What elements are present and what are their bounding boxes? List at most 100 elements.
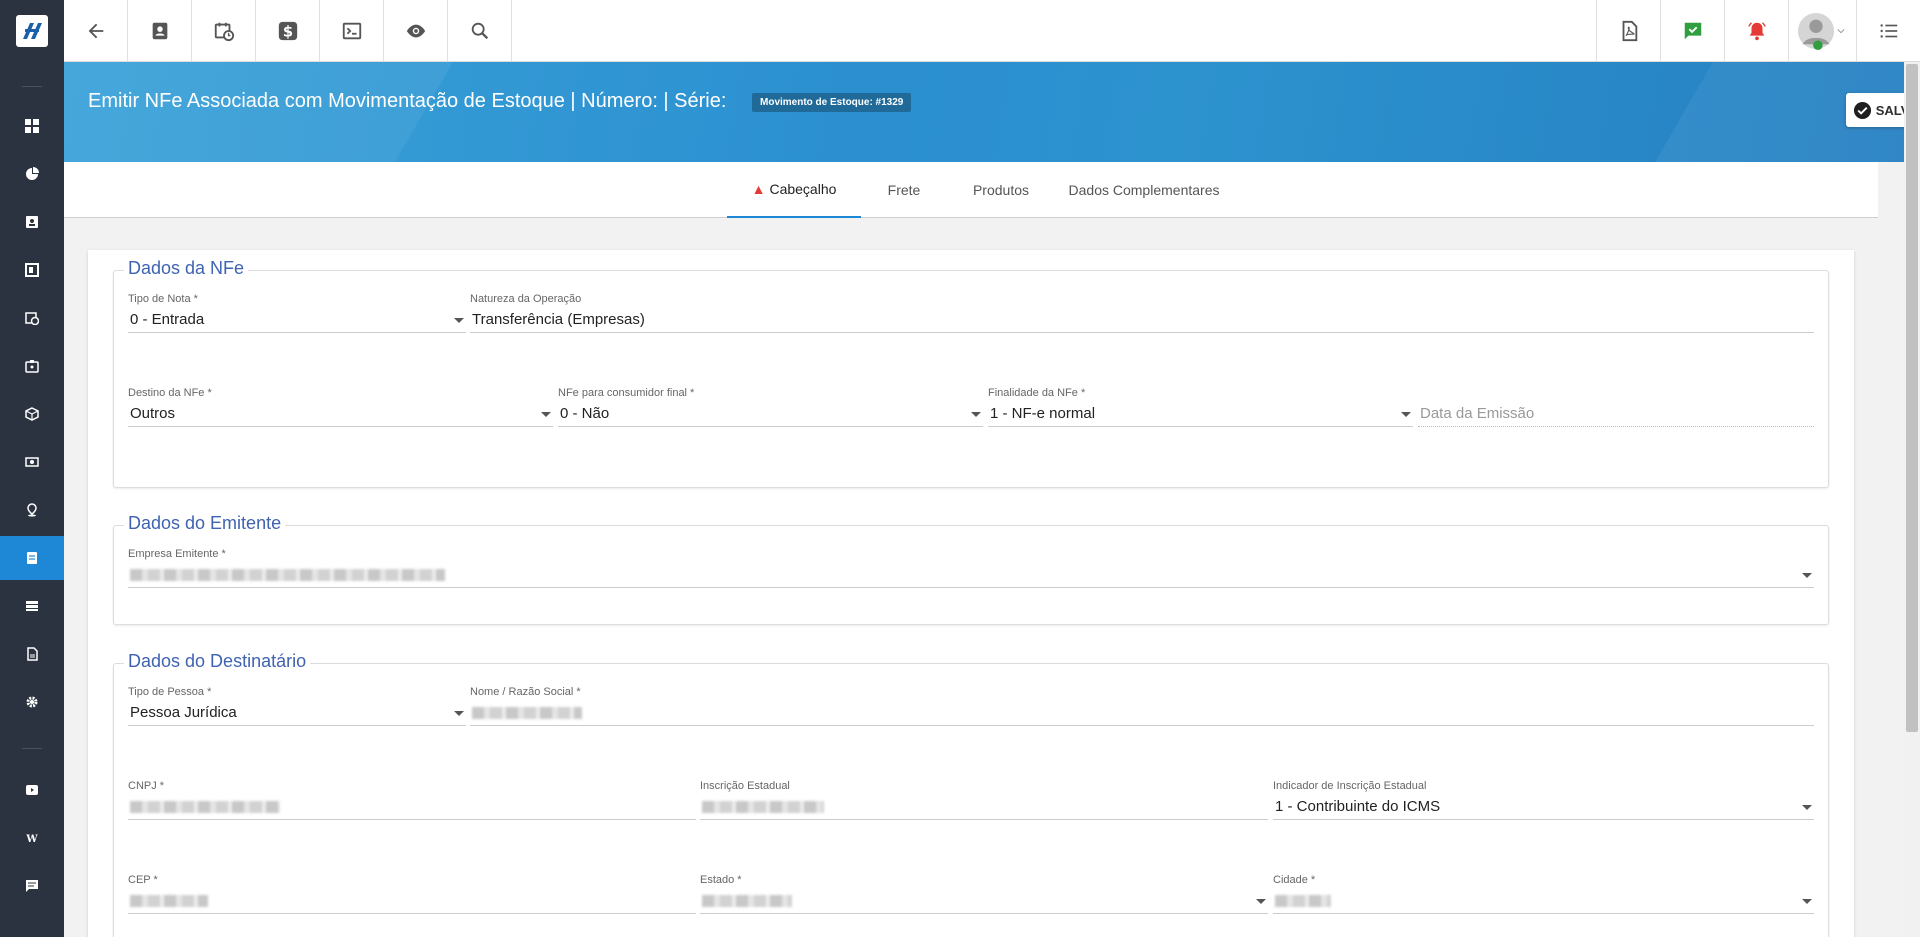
page-header: Emitir NFe Associada com Movimentação de… xyxy=(64,62,1904,162)
dollar-icon: $ xyxy=(278,21,297,41)
check-circle-icon xyxy=(1853,101,1871,119)
inscricao-estadual-field[interactable]: Inscrição Estadual xyxy=(700,780,1268,820)
scrollbar-thumb[interactable] xyxy=(1906,64,1918,732)
field-value[interactable] xyxy=(700,888,1268,914)
tipo-nota-select[interactable]: Tipo de Nota * 0 - Entrada xyxy=(128,293,466,333)
section-title: Dados do Destinatário xyxy=(124,651,311,672)
terminal-button[interactable] xyxy=(320,0,384,62)
wiki-icon: W xyxy=(25,834,38,845)
sidebar-item-reports[interactable] xyxy=(0,152,64,196)
gear-icon xyxy=(26,696,38,708)
field-value[interactable] xyxy=(700,794,1268,820)
schedule-button[interactable] xyxy=(192,0,256,62)
sidebar-item-chat[interactable] xyxy=(0,864,64,908)
sidebar-item-products[interactable] xyxy=(0,392,64,436)
cnpj-field[interactable]: CNPJ * xyxy=(128,780,696,820)
app-logo[interactable] xyxy=(0,0,64,62)
sidebar-item-lists[interactable] xyxy=(0,584,64,628)
sidebar-item-contacts[interactable] xyxy=(0,200,64,244)
sidebar-item-settings[interactable] xyxy=(0,680,64,724)
tab-dados-complementares[interactable]: Dados Complementares xyxy=(1059,162,1229,218)
tab-label: Frete xyxy=(887,182,921,198)
field-value[interactable]: Transferência (Empresas) xyxy=(470,307,1814,333)
svg-text:W: W xyxy=(25,834,38,845)
back-button[interactable] xyxy=(64,0,128,62)
terminal-icon xyxy=(342,22,361,40)
indicador-ie-select[interactable]: Indicador de Inscrição Estadual 1 - Cont… xyxy=(1273,780,1814,820)
dropdown-caret-icon xyxy=(541,412,551,417)
avatar xyxy=(1797,12,1834,50)
nome-razao-social-field[interactable]: Nome / Razão Social * xyxy=(470,686,1814,726)
contacts-button[interactable] xyxy=(128,0,192,62)
tab-cabecalho[interactable]: ▲ Cabeçalho xyxy=(727,162,861,218)
field-value[interactable] xyxy=(128,562,1814,588)
date-input[interactable]: Data da Emissão xyxy=(1418,401,1814,427)
page-title: Emitir NFe Associada com Movimentação de… xyxy=(88,90,727,112)
sidebar-item-dashboard[interactable] xyxy=(0,104,64,148)
search-button[interactable] xyxy=(448,0,512,62)
field-label: Cidade * xyxy=(1273,874,1316,886)
cidade-select[interactable]: Cidade * xyxy=(1273,874,1814,914)
chevron-down-icon xyxy=(1837,29,1844,34)
notifications-button[interactable] xyxy=(1724,0,1788,62)
section-title: Dados do Emitente xyxy=(124,513,286,534)
field-value[interactable]: 0 - Não xyxy=(558,401,983,427)
field-value[interactable] xyxy=(1273,888,1814,914)
field-value[interactable]: Pessoa Jurídica xyxy=(128,700,466,726)
messages-button[interactable] xyxy=(1660,0,1724,62)
field-label: NFe para consumidor final * xyxy=(558,387,695,399)
field-value[interactable]: Outros xyxy=(128,401,553,427)
pdf-icon xyxy=(1622,20,1637,42)
sidebar-item-locations[interactable] xyxy=(0,488,64,532)
destino-nfe-select[interactable]: Destino da NFe * Outros xyxy=(128,387,553,427)
badge-icon xyxy=(25,360,39,373)
chart-pie-icon xyxy=(26,167,39,180)
field-value[interactable]: 1 - NF-e normal xyxy=(988,401,1413,427)
chat-icon xyxy=(26,880,38,892)
view-button[interactable] xyxy=(384,0,448,62)
sidebar-item-files[interactable] xyxy=(0,632,64,676)
stock-movement-badge: Movimento de Estoque: #1329 xyxy=(752,93,912,112)
calendar-clock-icon xyxy=(25,312,39,325)
save-button[interactable]: SALVAR xyxy=(1846,93,1904,127)
sidebar-item-wiki[interactable]: W xyxy=(0,816,64,860)
sidebar-item-videos[interactable] xyxy=(0,768,64,812)
sidebar-item-agenda[interactable] xyxy=(0,296,64,340)
field-label: CNPJ * xyxy=(128,780,165,792)
tab-frete[interactable]: Frete xyxy=(869,162,939,218)
natureza-operacao-field[interactable]: Natureza da Operação Transferência (Empr… xyxy=(470,293,1814,333)
field-label: Inscrição Estadual xyxy=(700,780,790,792)
tipo-pessoa-select[interactable]: Tipo de Pessoa * Pessoa Jurídica xyxy=(128,686,466,726)
finance-button[interactable]: $ xyxy=(256,0,320,62)
sidebar-item-hr[interactable] xyxy=(0,344,64,388)
contact-card-icon xyxy=(26,216,38,228)
redacted-value xyxy=(130,801,280,814)
form-card: Dados da NFe Tipo de Nota * 0 - Entrada … xyxy=(88,250,1854,937)
cep-field[interactable]: CEP * xyxy=(128,874,696,914)
tab-produtos[interactable]: Produtos xyxy=(951,162,1051,218)
empresa-emitente-select[interactable]: Empresa Emitente * xyxy=(128,548,1814,588)
dropdown-caret-icon xyxy=(1401,412,1411,417)
pdf-button[interactable] xyxy=(1596,0,1660,62)
field-value[interactable] xyxy=(128,794,696,820)
eye-icon xyxy=(406,24,425,38)
field-value[interactable] xyxy=(470,700,1814,726)
finalidade-nfe-select[interactable]: Finalidade da NFe * 1 - NF-e normal xyxy=(988,387,1413,427)
tab-label: Dados Complementares xyxy=(1068,182,1220,198)
menu-button[interactable] xyxy=(1856,0,1920,62)
bell-icon xyxy=(1747,22,1766,41)
section-dados-emitente: Dados do Emitente Empresa Emitente * xyxy=(113,513,1829,625)
tab-bar: ▲ Cabeçalho Frete Produtos Dados Complem… xyxy=(64,162,1878,218)
field-value[interactable] xyxy=(128,888,696,914)
sidebar-divider xyxy=(22,86,42,87)
consumidor-final-select[interactable]: NFe para consumidor final * 0 - Não xyxy=(558,387,983,427)
back-icon xyxy=(88,23,103,39)
estado-select[interactable]: Estado * xyxy=(700,874,1268,914)
sidebar-item-board[interactable] xyxy=(0,248,64,292)
field-value[interactable]: 1 - Contribuinte do ICMS xyxy=(1273,794,1814,820)
data-emissao-field[interactable]: Data da Emissão xyxy=(1418,387,1814,427)
user-menu-button[interactable] xyxy=(1788,0,1852,62)
sidebar-item-nfe[interactable] xyxy=(0,536,64,580)
sidebar-item-finance[interactable] xyxy=(0,440,64,484)
field-value[interactable]: 0 - Entrada xyxy=(128,307,466,333)
